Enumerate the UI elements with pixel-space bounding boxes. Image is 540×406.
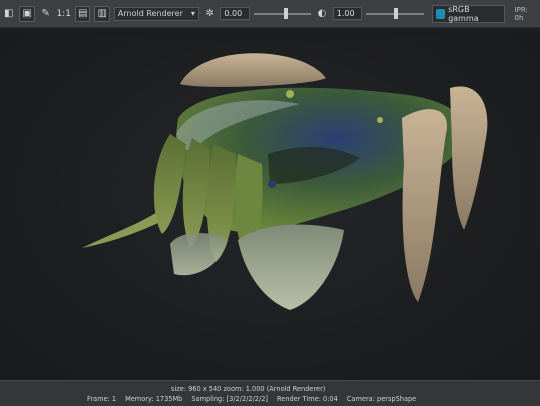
render-stats: Frame: 1 Memory: 1735Mb Sampling: [3/2/2… — [87, 395, 416, 403]
color-space-label: sRGB gamma — [448, 4, 479, 23]
renderer-select-value: Arnold Renderer — [117, 9, 183, 18]
eye-spot — [286, 90, 294, 98]
exposure-slider-handle[interactable] — [283, 8, 288, 19]
save-icon[interactable]: ▤ — [74, 5, 91, 22]
snapshot-icon[interactable]: ▣ — [19, 5, 35, 22]
tendril-1 — [153, 134, 186, 234]
frame-info: Frame: 1 — [87, 395, 117, 403]
gamma-field[interactable]: 1.00 — [332, 7, 362, 20]
color-space-select[interactable]: sRGB gamma — [431, 4, 505, 23]
skin-spot — [268, 180, 276, 188]
sampling-info: Sampling: [3/2/2/2/2/2] — [191, 395, 268, 403]
gamma-slider-handle[interactable] — [393, 8, 398, 19]
camera-info: Camera: perspShape — [346, 395, 417, 403]
gamma-slider[interactable] — [365, 7, 424, 20]
chevron-down-icon: ▾ — [190, 9, 195, 18]
mustache-right-strand — [450, 86, 488, 230]
ratio-button[interactable]: 1:1 — [56, 9, 70, 19]
mustache-left-strand — [402, 109, 447, 302]
top-fur-crest — [180, 53, 326, 87]
render-icon[interactable]: ◧ — [2, 7, 15, 21]
hanging-fur-left — [170, 232, 228, 276]
gamma-icon[interactable]: ◐ — [315, 7, 328, 21]
render-view-toolbar: ◧ ▣ ✎ 1:1 ▤ ▥ Arnold Renderer ▾ ✲ 0.00 ◐… — [0, 0, 540, 28]
hanging-fur-center — [238, 224, 344, 310]
exposure-slider-track — [253, 13, 312, 15]
render-time-info: Render Time: 0:04 — [276, 395, 338, 403]
ipr-label: IPR: 0h — [514, 5, 528, 22]
rendered-creature-image — [82, 53, 488, 310]
memory-info: Memory: 1735Mb — [125, 395, 183, 403]
region-icon[interactable]: ▥ — [94, 5, 110, 22]
keep-image-icon[interactable]: ✎ — [39, 7, 52, 21]
exposure-field[interactable]: 0.00 — [220, 7, 250, 20]
exposure-slider[interactable] — [253, 7, 312, 20]
settings-icon[interactable]: ✲ — [203, 7, 216, 21]
render-viewport[interactable] — [0, 34, 540, 380]
color-management-icon[interactable] — [435, 8, 446, 19]
renderer-select[interactable]: Arnold Renderer ▾ — [113, 6, 199, 21]
render-status-bar: size: 960 x 540 zoom: 1.000 (Arnold Rend… — [0, 380, 540, 406]
skin-spot — [377, 117, 383, 123]
spike-tendril — [82, 210, 164, 248]
image-size-info: size: 960 x 540 zoom: 1.000 (Arnold Rend… — [171, 385, 326, 393]
